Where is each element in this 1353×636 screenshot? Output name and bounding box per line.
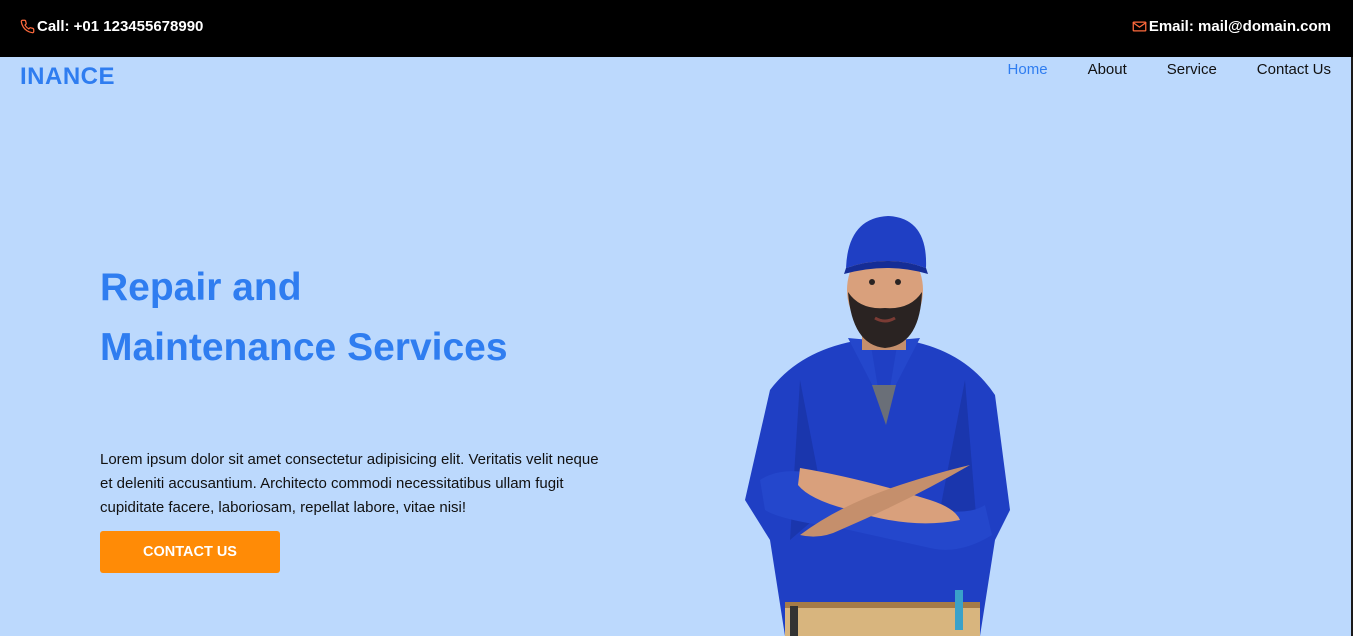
mail-icon [1132, 19, 1147, 34]
nav-link-home[interactable]: Home [1008, 61, 1048, 78]
contact-us-button[interactable]: CONTACT US [100, 531, 280, 573]
call-text: Call: +01 123455678990 [37, 18, 204, 35]
repairman-photo [745, 216, 1010, 636]
nav-link-service[interactable]: Service [1167, 61, 1217, 78]
hero-description: Lorem ipsum dolor sit amet consectetur a… [100, 451, 599, 516]
nav-menu: Home About Service Contact Us [1008, 61, 1331, 78]
call-info[interactable]: Call: +01 123455678990 [20, 18, 203, 35]
phone-icon [20, 19, 35, 34]
email-text: Email: mail@domain.com [1148, 18, 1331, 35]
nav-link-about[interactable]: About [1088, 61, 1127, 78]
nav-link-contact-us[interactable]: Contact Us [1257, 61, 1331, 78]
main-navbar: INANCE Home About Service Contact Us [0, 57, 1353, 97]
top-contact-bar: Call: +01 123455678990 Email: mail@domai… [0, 0, 1353, 57]
hero-title: Repair and Maintenance Services [100, 266, 508, 369]
email-info[interactable]: Email: mail@domain.com [1132, 18, 1331, 35]
brand-logo[interactable]: INANCE [20, 63, 115, 91]
